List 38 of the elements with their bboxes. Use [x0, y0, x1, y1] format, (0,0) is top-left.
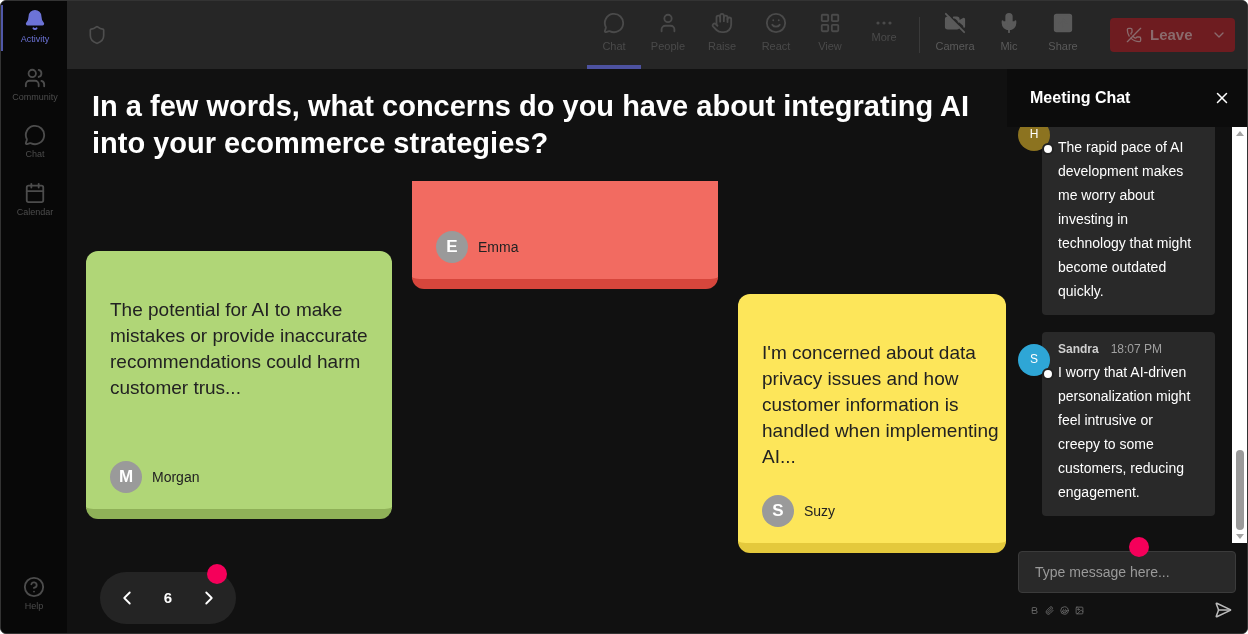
user-avatar: H	[1018, 127, 1050, 151]
author-name: Suzy	[804, 501, 836, 521]
phone-icon	[1126, 27, 1142, 43]
chat-title: Meeting Chat	[1030, 88, 1131, 108]
scrollbar[interactable]	[1232, 127, 1247, 543]
bell-icon	[24, 9, 46, 31]
people-icon	[24, 66, 46, 89]
hand-icon	[711, 11, 733, 34]
chat-icon	[24, 124, 46, 146]
author-avatar: E	[436, 231, 468, 263]
message-author: Sandra	[1058, 341, 1099, 358]
camera-off-icon	[944, 11, 966, 34]
message-time: 18:07 PM	[1110, 341, 1163, 358]
note-text: The potential for AI to make mistakes or provide inaccurate recommendations could harm customer trus...	[110, 298, 368, 400]
message-text: The rapid pace of AI development makes me worry about investing in technology that might become outdated quickly.	[1058, 138, 1193, 301]
leave-button[interactable]: Leave	[1110, 18, 1235, 52]
message-input[interactable]: Type message here...	[1018, 551, 1236, 593]
help-icon	[23, 575, 45, 598]
author-avatar: M	[110, 461, 142, 493]
user-avatar: S	[1018, 344, 1050, 376]
more-icon	[876, 20, 892, 25]
smiley-icon	[765, 11, 787, 34]
calendar-icon	[24, 181, 46, 204]
message-text: I worry that AI-driven personalization might feel intrusive or creepy to some customers, reducing engagement.	[1058, 363, 1192, 502]
author-name: Morgan	[152, 467, 200, 487]
format-icon[interactable]	[1030, 605, 1039, 615]
grid-icon	[819, 11, 841, 34]
image-icon[interactable]	[1075, 605, 1084, 615]
author-avatar: S	[762, 495, 794, 527]
author-name: Emma	[478, 237, 519, 257]
note-text: I'm concerned about data privacy issues and how customer information is handled when implementing AI...	[762, 341, 1000, 469]
shield-icon	[87, 25, 107, 45]
sidebar-item[interactable]: Chat	[1, 120, 67, 166]
send-icon[interactable]	[1214, 601, 1232, 619]
sidebar-item[interactable]: Community	[1, 62, 67, 108]
chat-icon	[603, 11, 625, 34]
page-number: 6	[163, 587, 173, 608]
question-title: In a few words, what concerns do you have about integrating AI into your ecommerce strategies?	[91, 89, 971, 161]
